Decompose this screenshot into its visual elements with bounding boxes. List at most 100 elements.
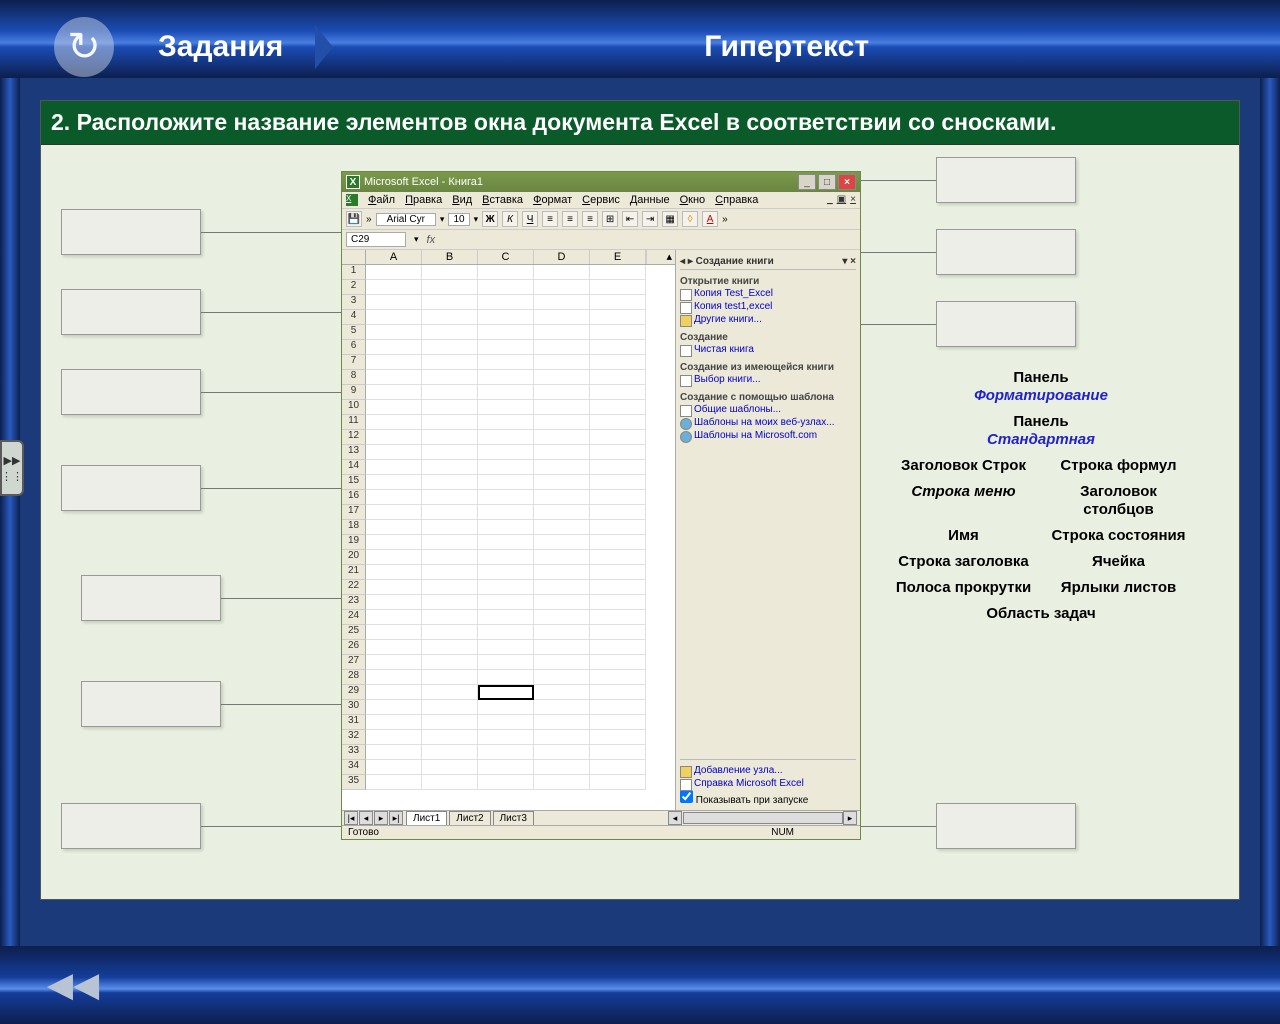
cell[interactable] [422, 295, 478, 310]
cell[interactable] [422, 730, 478, 745]
table-row[interactable]: 35 [342, 775, 675, 790]
menu-file[interactable]: Файл [368, 194, 395, 206]
menu-tools[interactable]: Сервис [582, 194, 620, 206]
recent-file-link[interactable]: Копия Test_Excel [680, 287, 856, 300]
cell[interactable] [478, 775, 534, 790]
row-header[interactable]: 33 [342, 745, 366, 760]
row-header[interactable]: 5 [342, 325, 366, 340]
sheet-tab-2[interactable]: Лист2 [449, 811, 490, 825]
row-header[interactable]: 7 [342, 355, 366, 370]
label-panel-standard[interactable]: ПанельСтандартная [891, 413, 1191, 449]
cell[interactable] [366, 550, 422, 565]
close-icon[interactable]: × [850, 256, 856, 267]
table-row[interactable]: 32 [342, 730, 675, 745]
cell[interactable] [422, 505, 478, 520]
cell[interactable] [590, 445, 646, 460]
label-col-header[interactable]: Заголовок столбцов [1046, 483, 1191, 519]
align-right-button[interactable]: ≡ [582, 211, 598, 227]
cell[interactable] [478, 265, 534, 280]
menu-window[interactable]: Окно [680, 194, 706, 206]
ms-templates-link[interactable]: Шаблоны на Microsoft.com [680, 429, 856, 442]
cell[interactable] [366, 265, 422, 280]
first-sheet-icon[interactable]: |◂ [344, 811, 358, 825]
cell[interactable] [478, 760, 534, 775]
formula-bar[interactable]: C29 ▾ fx [342, 230, 860, 250]
row-header[interactable]: 4 [342, 310, 366, 325]
help-link[interactable]: Справка Microsoft Excel [680, 777, 856, 790]
cell[interactable] [366, 355, 422, 370]
menu-edit[interactable]: Правка [405, 194, 442, 206]
cell[interactable] [478, 295, 534, 310]
cell[interactable] [534, 625, 590, 640]
table-row[interactable]: 5 [342, 325, 675, 340]
cell[interactable] [534, 640, 590, 655]
maximize-button[interactable]: □ [818, 174, 836, 190]
table-row[interactable]: 21 [342, 565, 675, 580]
label-scrollbar[interactable]: Полоса прокрутки [891, 579, 1036, 597]
slot-6[interactable] [81, 681, 221, 727]
reload-button[interactable]: ↻ [54, 17, 114, 77]
table-row[interactable]: 31 [342, 715, 675, 730]
cell[interactable] [534, 460, 590, 475]
cell[interactable] [478, 640, 534, 655]
row-header[interactable]: 28 [342, 670, 366, 685]
cell[interactable] [590, 385, 646, 400]
row-header[interactable]: 22 [342, 580, 366, 595]
row-header[interactable]: 29 [342, 685, 366, 700]
title-bar[interactable]: X Microsoft Excel - Книга1 _ □ × [342, 172, 860, 192]
slot-12[interactable] [936, 301, 1076, 347]
cell[interactable] [534, 505, 590, 520]
cell[interactable] [590, 640, 646, 655]
table-row[interactable]: 6 [342, 340, 675, 355]
slot-1[interactable] [61, 209, 201, 255]
cell[interactable] [366, 640, 422, 655]
menu-bar[interactable]: X Файл Правка Вид Вставка Формат Сервис … [342, 192, 860, 209]
cell[interactable] [590, 760, 646, 775]
label-panel-format[interactable]: ПанельФорматирование [891, 369, 1191, 405]
cell[interactable] [590, 340, 646, 355]
table-row[interactable]: 20 [342, 550, 675, 565]
cell[interactable] [422, 445, 478, 460]
cell[interactable] [422, 745, 478, 760]
cell[interactable] [534, 760, 590, 775]
italic-button[interactable]: К [502, 211, 518, 227]
cell[interactable] [422, 280, 478, 295]
table-row[interactable]: 26 [342, 640, 675, 655]
nav-next-icon[interactable]: ▸ [688, 256, 693, 267]
cell[interactable] [366, 460, 422, 475]
table-row[interactable]: 19 [342, 535, 675, 550]
toolbar-more-icon[interactable]: » [366, 214, 372, 225]
cell[interactable] [534, 355, 590, 370]
label-cell[interactable]: Ячейка [1046, 553, 1191, 571]
cell[interactable] [590, 400, 646, 415]
cell[interactable] [366, 655, 422, 670]
cell[interactable] [534, 550, 590, 565]
cell[interactable] [366, 430, 422, 445]
row-header[interactable]: 25 [342, 625, 366, 640]
cell[interactable] [422, 385, 478, 400]
cell[interactable] [590, 370, 646, 385]
indent-dec-button[interactable]: ⇤ [622, 211, 638, 227]
cell[interactable] [590, 460, 646, 475]
cell[interactable] [590, 280, 646, 295]
cell[interactable] [590, 775, 646, 790]
cell[interactable] [422, 490, 478, 505]
table-row[interactable]: 13 [342, 445, 675, 460]
table-row[interactable]: 18 [342, 520, 675, 535]
row-header[interactable]: 32 [342, 730, 366, 745]
table-row[interactable]: 11 [342, 415, 675, 430]
cell[interactable] [478, 385, 534, 400]
cell[interactable] [590, 520, 646, 535]
table-row[interactable]: 7 [342, 355, 675, 370]
cell[interactable] [366, 625, 422, 640]
bold-button[interactable]: Ж [482, 211, 498, 227]
row-header[interactable]: 17 [342, 505, 366, 520]
cell[interactable] [478, 535, 534, 550]
dropdown-icon[interactable]: ▾ [474, 214, 479, 225]
cell[interactable] [590, 355, 646, 370]
row-header[interactable]: 15 [342, 475, 366, 490]
toolbar-standard[interactable]: 💾 » Arial Cyr ▾ 10 ▾ Ж К Ч ≡ ≡ ≡ ⊞ ⇤ ⇥ ▦ [342, 209, 860, 230]
cell[interactable] [366, 505, 422, 520]
scroll-left-icon[interactable]: ◂ [668, 811, 682, 825]
row-header[interactable]: 27 [342, 655, 366, 670]
